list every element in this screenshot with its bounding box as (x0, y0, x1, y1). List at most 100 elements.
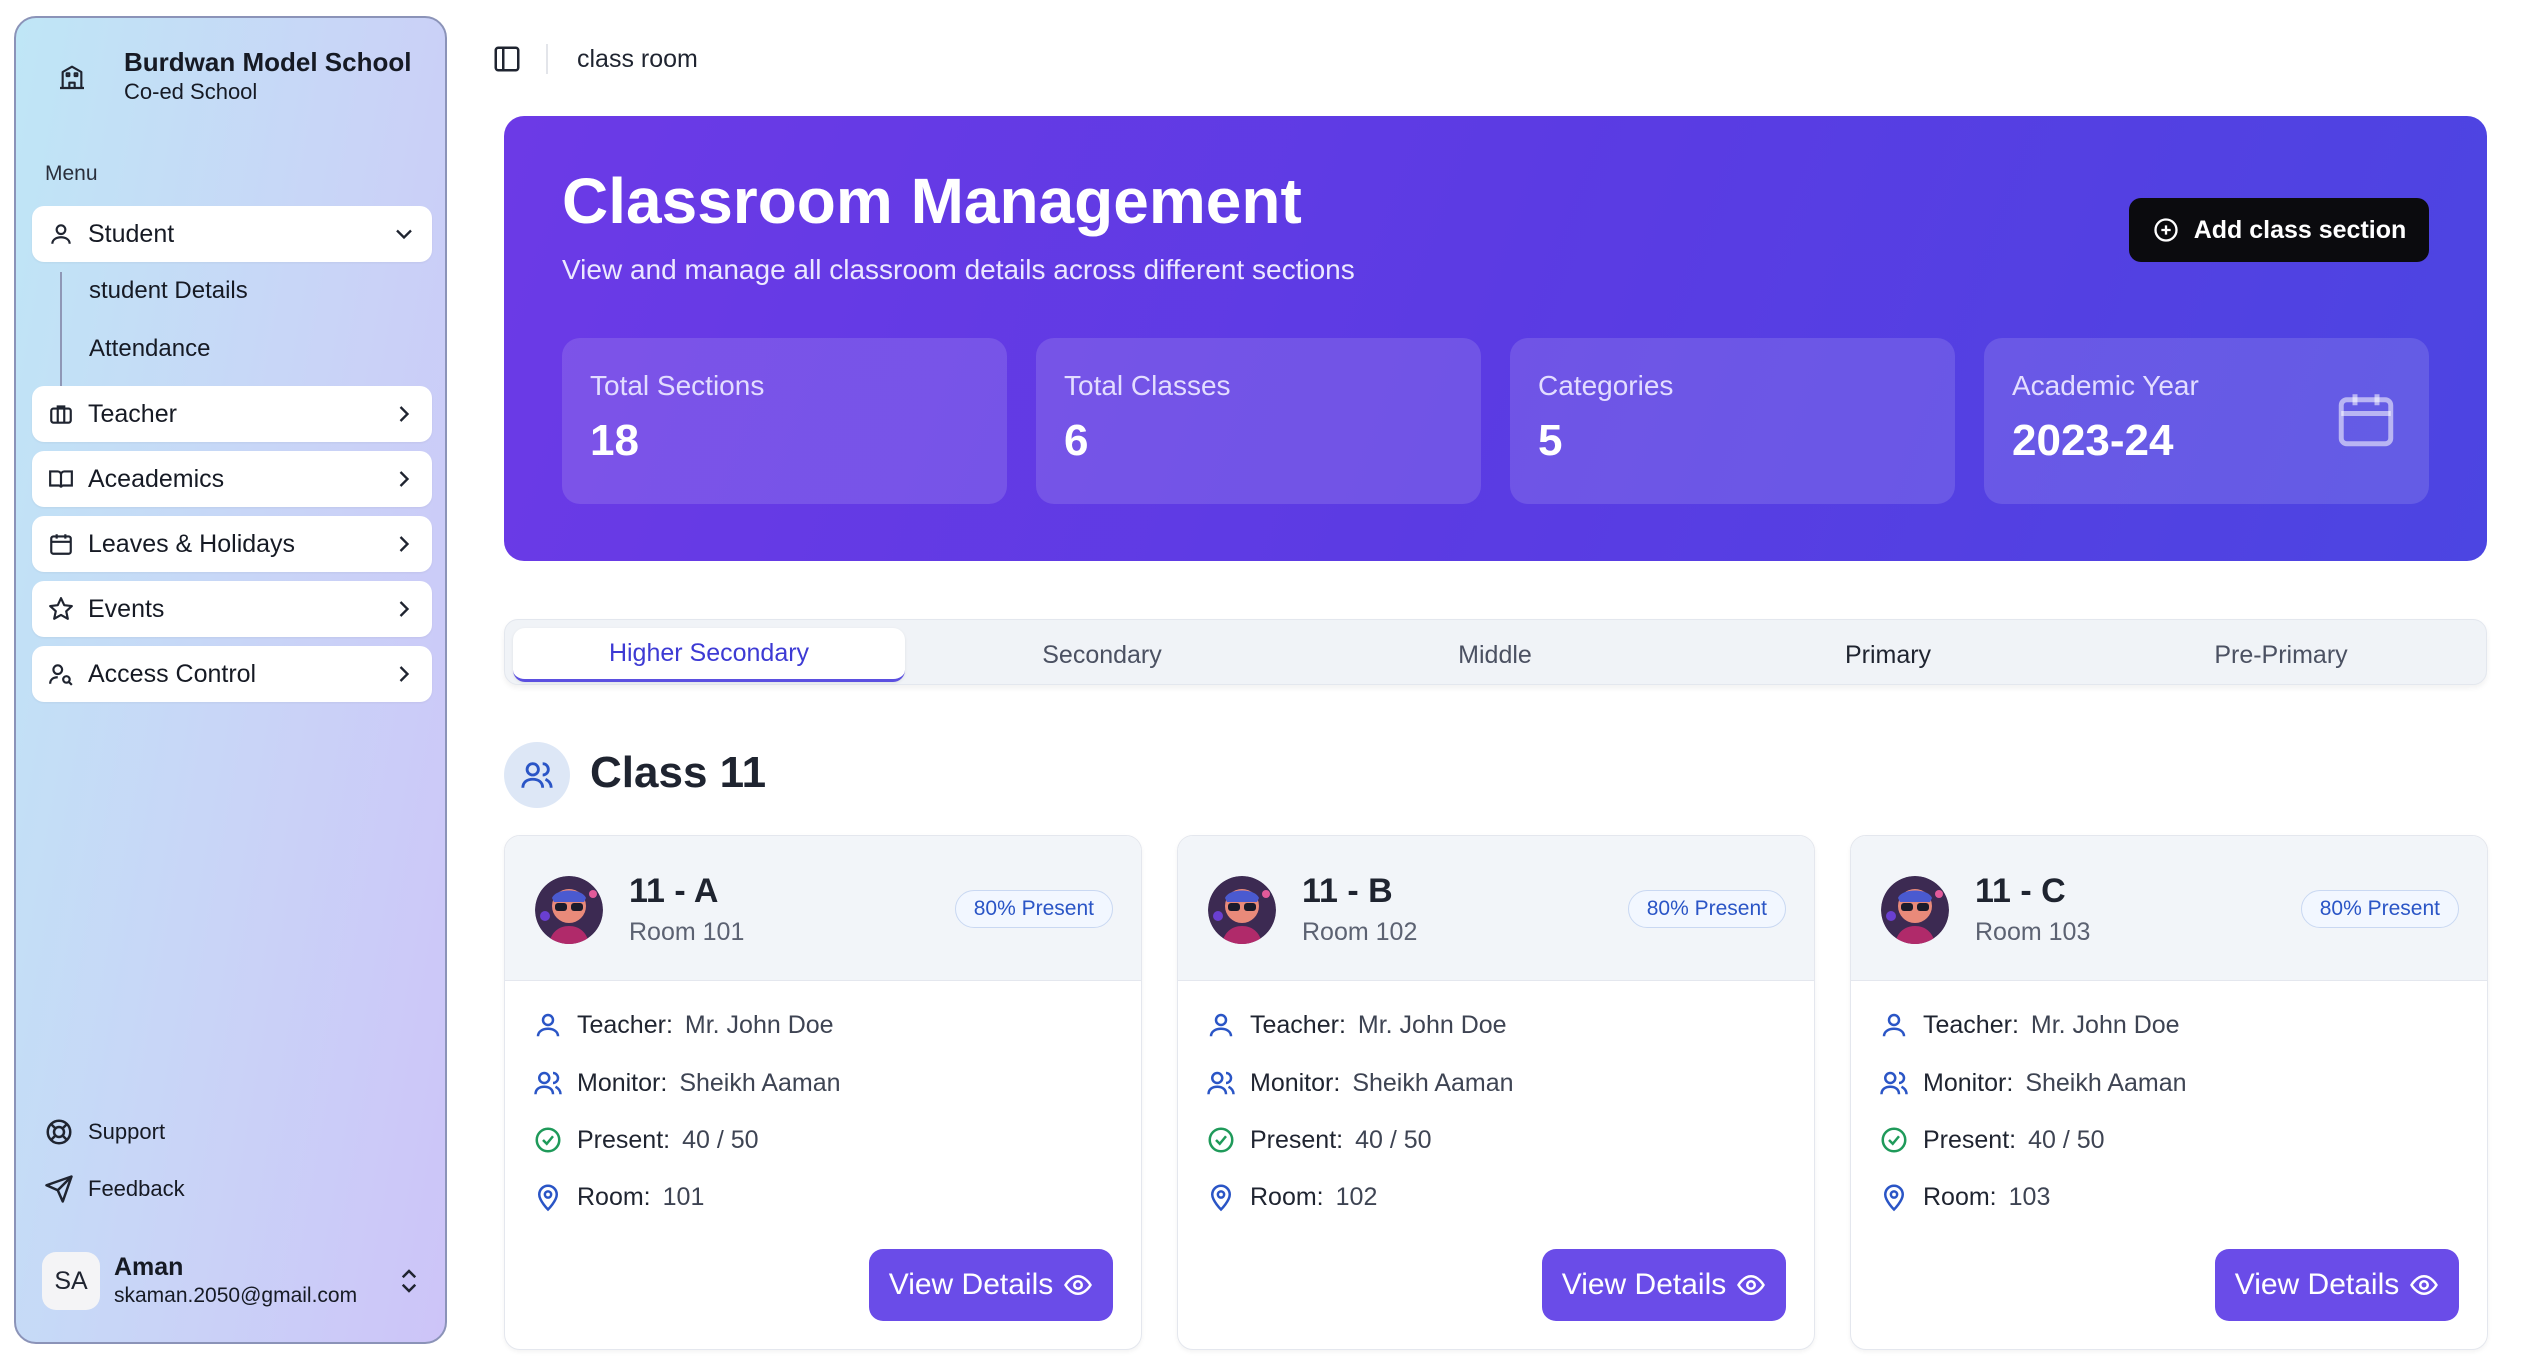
chevron-right-icon (399, 536, 410, 552)
present-label: Present: (1250, 1125, 1344, 1154)
tab-secondary[interactable]: Secondary (906, 628, 1298, 682)
class-avatar (1208, 876, 1276, 944)
room-label: Room: (577, 1182, 651, 1211)
monitor-label: Monitor: (577, 1068, 668, 1097)
monitor-label: Monitor: (1923, 1068, 2014, 1097)
section-room: Room 103 (1975, 918, 2091, 946)
support-link[interactable]: Support (44, 1117, 165, 1147)
monitor-row: Monitor: Sheikh Aaman (1879, 1068, 2187, 1098)
user-icon (1209, 1013, 1233, 1037)
map-pin-icon (537, 1184, 559, 1212)
tab-pre-primary[interactable]: Pre-Primary (2085, 628, 2477, 682)
user-menu[interactable]: SA Aman skaman.2050@gmail.com (42, 1252, 432, 1310)
monitor-row: Monitor: Sheikh Aaman (533, 1068, 841, 1098)
check-circle-icon (1208, 1127, 1234, 1153)
calendar-icon (2338, 394, 2394, 447)
chevron-right-icon (399, 471, 410, 487)
room-label: Room: (1923, 1182, 1997, 1211)
section-name: 11 - A (629, 872, 719, 910)
view-details-button[interactable]: View Details (1542, 1249, 1786, 1321)
check-circle-icon (1881, 1127, 1907, 1153)
school-header[interactable]: Burdwan Model School Co-ed School (56, 46, 411, 106)
submenu-line (60, 272, 62, 392)
teacher-label: Teacher: (1250, 1010, 1346, 1039)
sidebar-toggle-icon[interactable] (492, 44, 522, 74)
stat-card-categories: Categories 5 (1510, 338, 1955, 504)
sidebar-subitem-student-details[interactable]: student Details (89, 277, 248, 305)
school-building-icon (60, 65, 84, 90)
hero-banner: Classroom Management View and manage all… (504, 116, 2487, 561)
sidebar: Burdwan Model School Co-ed School Menu S… (14, 16, 447, 1344)
chevron-right-icon (399, 406, 410, 422)
stat-value: 5 (1538, 416, 1563, 465)
user-key-icon (46, 659, 76, 689)
feedback-link[interactable]: Feedback (44, 1174, 185, 1204)
eye-icon (2410, 1274, 2439, 1296)
sidebar-item-teacher[interactable]: Teacher (32, 386, 432, 442)
sidebar-item-label: Events (88, 594, 165, 623)
stat-label: Academic Year (2012, 370, 2199, 401)
section-room: Room 102 (1302, 918, 1418, 946)
sidebar-item-student[interactable]: Student (32, 206, 432, 262)
teacher-row: Teacher: Mr. John Doe (1879, 1010, 2180, 1040)
teacher-value: Mr. John Doe (1357, 1010, 1507, 1039)
present-label: Present: (577, 1125, 671, 1154)
sidebar-item-label: Leaves & Holidays (88, 529, 296, 558)
star-icon (46, 594, 76, 624)
view-details-button[interactable]: View Details (2215, 1249, 2459, 1321)
avatar: SA (42, 1252, 100, 1310)
stat-card-total-sections: Total Sections 18 (562, 338, 1007, 504)
teacher-label: Teacher: (1923, 1010, 2019, 1039)
sidebar-item-academics[interactable]: Aceademics (32, 451, 432, 507)
stat-label: Total Sections (590, 370, 765, 401)
users-icon (1880, 1071, 1908, 1095)
monitor-label: Monitor: (1250, 1068, 1341, 1097)
chevron-right-icon (399, 601, 410, 617)
users-icon (534, 1071, 562, 1095)
status-badge: 80% Present (954, 890, 1113, 928)
room-value: 102 (1335, 1182, 1378, 1211)
user-email: skaman.2050@gmail.com (114, 1284, 358, 1307)
sidebar-item-label: Access Control (88, 659, 257, 688)
class-card-11-c: 11 - C Room 103 80% Present Teacher: Mr.… (1850, 835, 2488, 1350)
users-icon (504, 742, 570, 808)
breadcrumb: class room (577, 45, 698, 73)
view-details-button[interactable]: View Details (869, 1249, 1113, 1321)
user-icon (536, 1013, 560, 1037)
add-class-section-label: Add class section (2193, 215, 2407, 244)
check-circle-icon (535, 1127, 561, 1153)
users-icon (1207, 1071, 1235, 1095)
room-row: Room: 103 (1879, 1182, 2050, 1212)
view-details-label: View Details (1561, 1268, 1727, 1301)
sidebar-item-label: Aceademics (88, 464, 225, 493)
status-badge: 80% Present (1627, 890, 1786, 928)
monitor-value: Sheikh Aaman (1352, 1068, 1514, 1097)
tab-middle[interactable]: Middle (1299, 628, 1691, 682)
sidebar-subitem-attendance[interactable]: Attendance (89, 335, 210, 363)
user-icon (1882, 1013, 1906, 1037)
calendar-icon (46, 529, 76, 559)
tab-higher-secondary[interactable]: Higher Secondary (513, 628, 905, 682)
add-class-section-button[interactable]: Add class section (2129, 198, 2429, 262)
present-value: 40 / 50 (1355, 1125, 1432, 1154)
section-name: 11 - C (1975, 872, 2066, 910)
class-avatar (535, 876, 603, 944)
page-subtitle: View and manage all classroom details ac… (562, 254, 1355, 285)
sidebar-item-access-control[interactable]: Access Control (32, 646, 432, 702)
support-label: Support (88, 1119, 166, 1144)
sidebar-item-label: Student (88, 219, 175, 248)
class-heading: Class 11 (590, 748, 767, 797)
room-value: 101 (662, 1182, 705, 1211)
stat-value: 18 (590, 416, 639, 465)
teacher-row: Teacher: Mr. John Doe (533, 1010, 834, 1040)
stat-value: 2023-24 (2012, 416, 2174, 465)
sidebar-item-leaves-holidays[interactable]: Leaves & Holidays (32, 516, 432, 572)
tab-primary[interactable]: Primary (1692, 628, 2084, 682)
stat-label: Total Classes (1064, 370, 1231, 401)
class-avatar (1881, 876, 1949, 944)
class-card-11-b: 11 - B Room 102 80% Present Teacher: Mr.… (1177, 835, 1815, 1350)
card-header: 11 - B Room 102 80% Present (1178, 836, 1814, 981)
map-pin-icon (1210, 1184, 1232, 1212)
sidebar-item-events[interactable]: Events (32, 581, 432, 637)
stat-label: Categories (1538, 370, 1674, 401)
